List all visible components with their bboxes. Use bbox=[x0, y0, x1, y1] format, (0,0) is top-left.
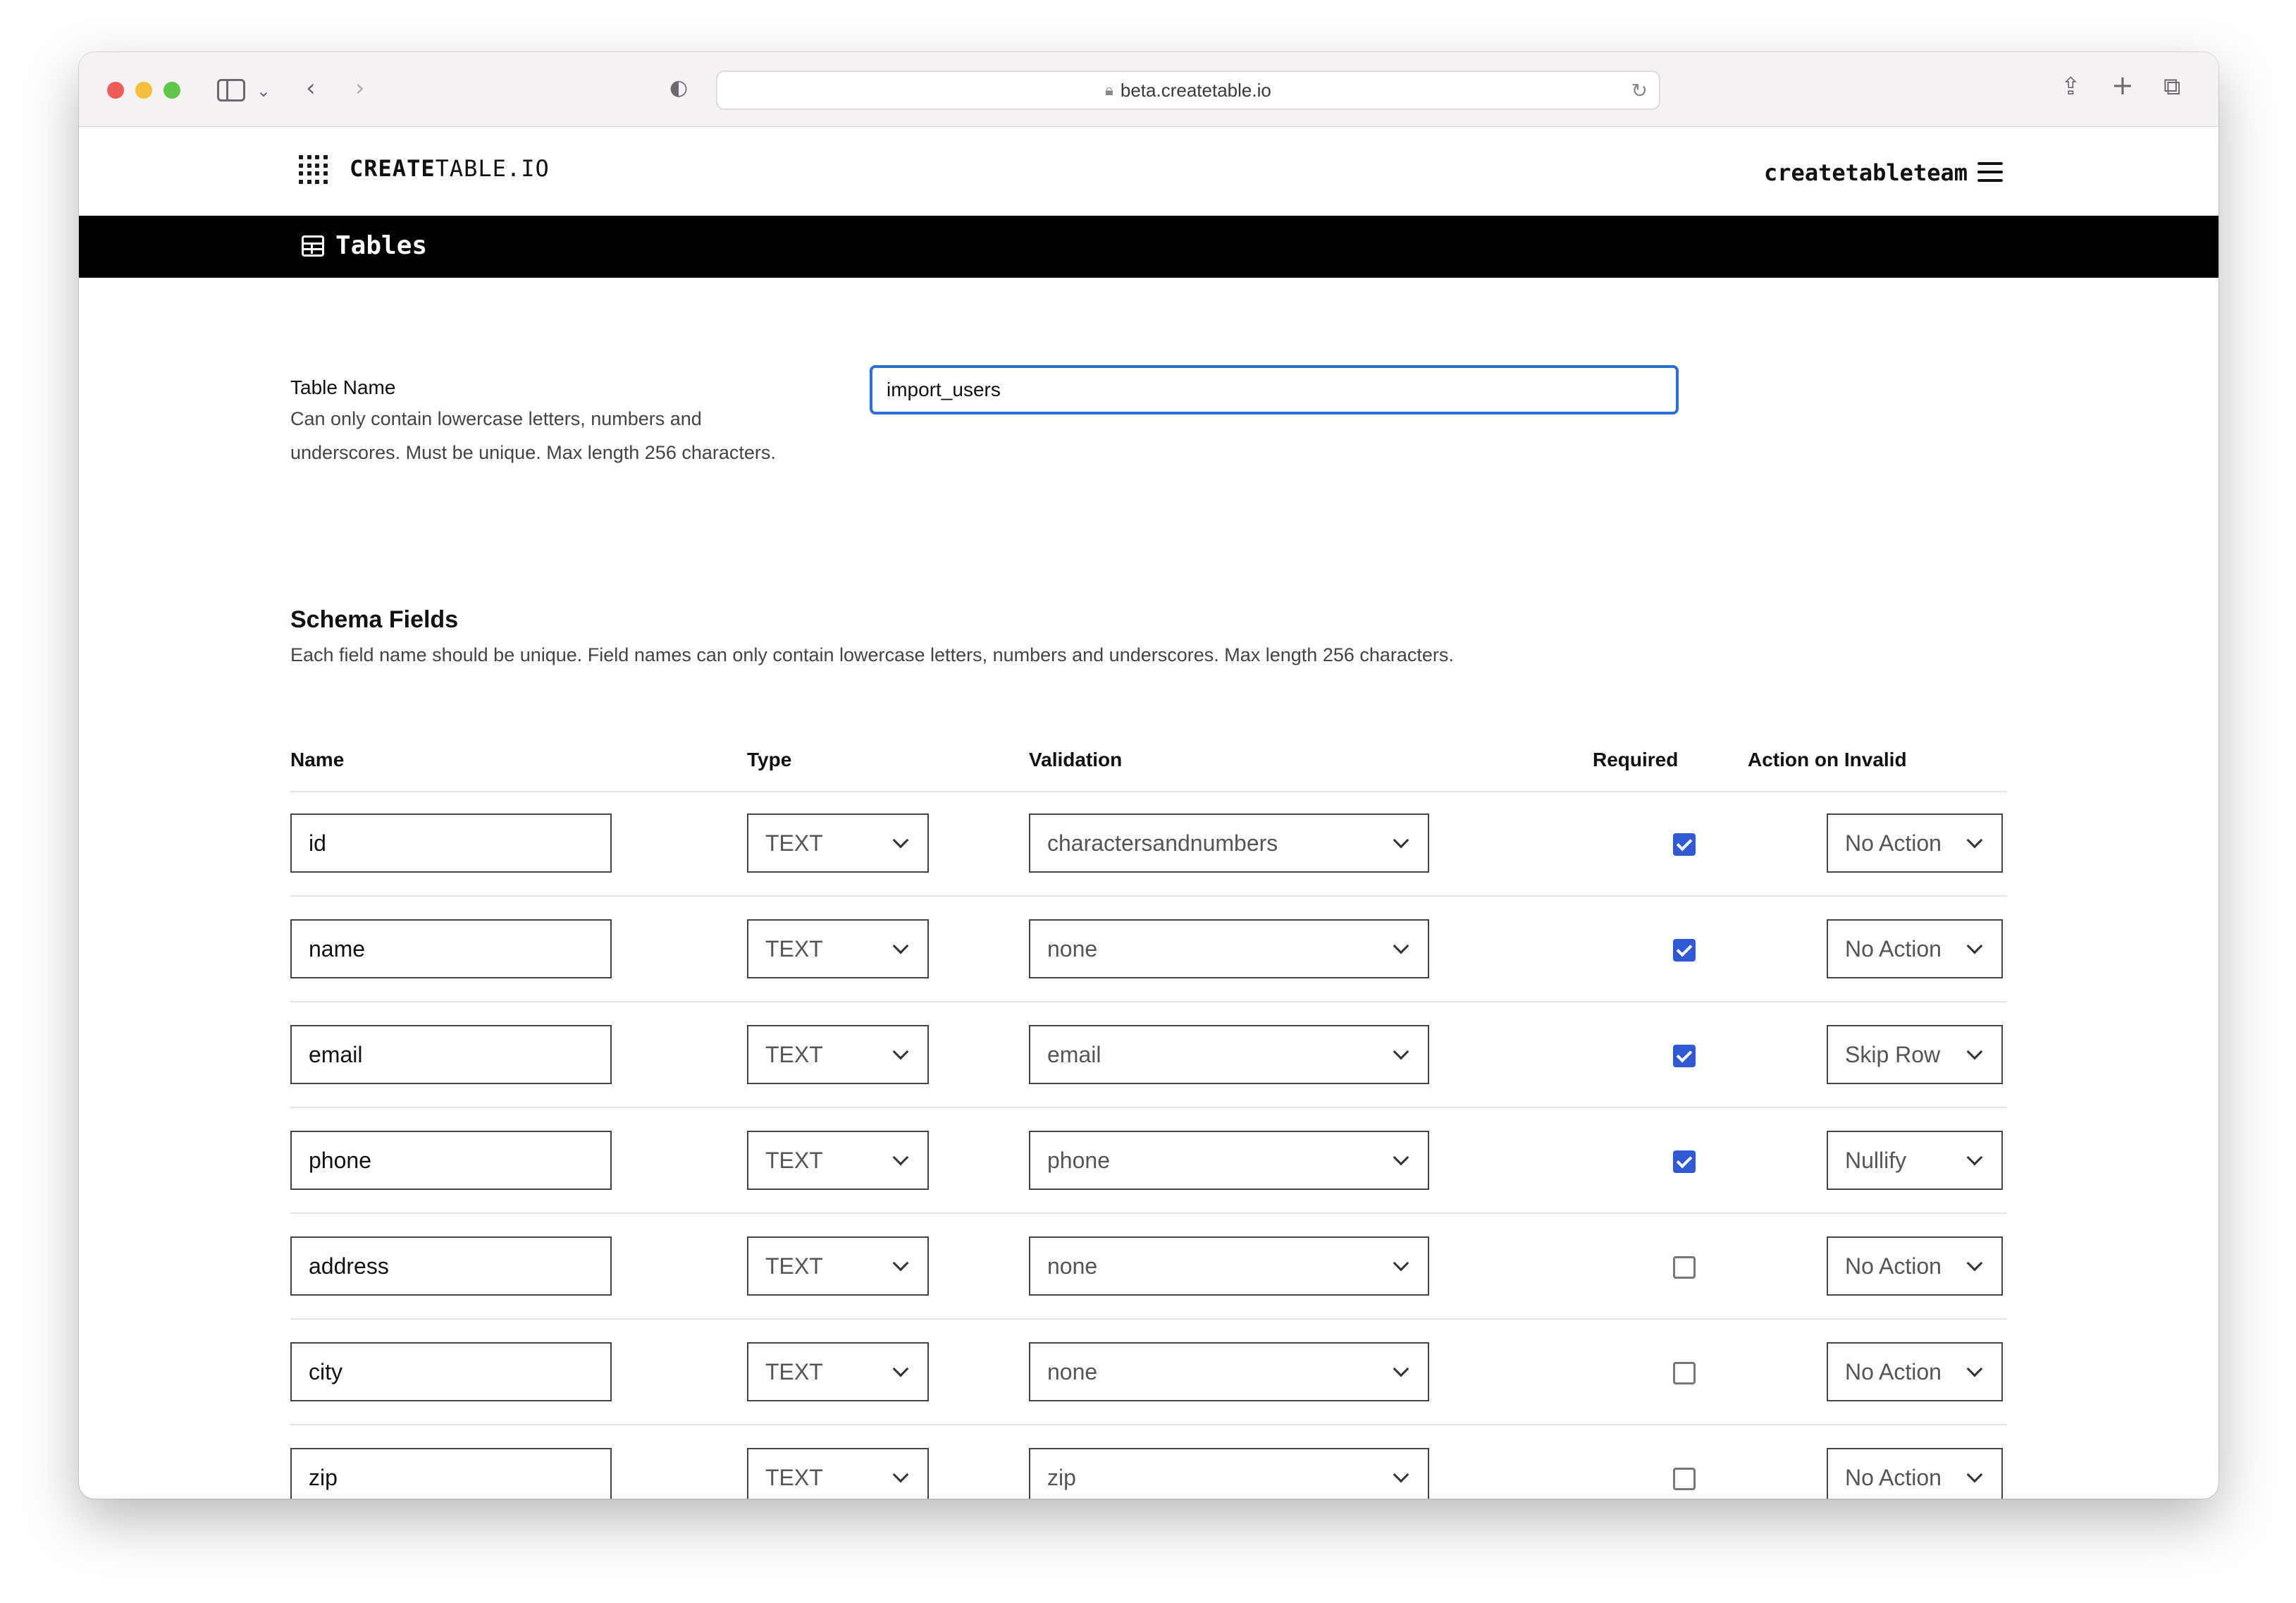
table-row: phone TEXT phone Nullify bbox=[290, 1108, 2007, 1214]
table-row: email TEXT email Skip Row bbox=[290, 1002, 2007, 1108]
new-tab-icon[interactable]: + bbox=[2111, 72, 2134, 99]
chevron-down-icon[interactable]: ⌄ bbox=[257, 79, 271, 103]
zoom-window-button[interactable] bbox=[163, 82, 180, 99]
required-checkbox[interactable] bbox=[1673, 939, 1696, 962]
chevron-down-icon bbox=[1966, 1255, 1983, 1272]
action-on-invalid-select[interactable]: No Action bbox=[1827, 813, 2003, 873]
chevron-down-icon bbox=[1393, 1043, 1409, 1060]
required-checkbox[interactable] bbox=[1673, 1468, 1696, 1490]
chevron-down-icon bbox=[892, 1466, 909, 1483]
schema-fields-title: Schema Fields bbox=[290, 606, 459, 633]
field-name-input[interactable]: email bbox=[290, 1025, 612, 1084]
action-on-invalid-select[interactable]: No Action bbox=[1827, 1342, 2003, 1401]
field-type-select[interactable]: TEXT bbox=[747, 1131, 929, 1190]
field-validation-select[interactable]: charactersandnumbers bbox=[1029, 813, 1429, 873]
table-row: address TEXT none No Action bbox=[290, 1214, 2007, 1320]
table-name-label: Table Name bbox=[290, 376, 396, 398]
field-name-input[interactable]: phone bbox=[290, 1131, 612, 1190]
field-type-select[interactable]: TEXT bbox=[747, 1236, 929, 1296]
required-checkbox[interactable] bbox=[1673, 1362, 1696, 1384]
table-icon bbox=[302, 235, 324, 257]
action-on-invalid-select[interactable]: Nullify bbox=[1827, 1131, 2003, 1190]
browser-window: ⌄ ‹ › ◐ 🔒︎ beta.createtable.io ↻ ⇪ + ⧉ C… bbox=[79, 52, 2218, 1499]
field-name-input[interactable]: zip bbox=[290, 1448, 612, 1499]
chevron-down-icon bbox=[1966, 1043, 1983, 1060]
field-validation-select[interactable]: phone bbox=[1029, 1131, 1429, 1190]
table-name-help: Can only contain lowercase letters, numb… bbox=[290, 408, 776, 463]
chevron-down-icon bbox=[1393, 1255, 1409, 1272]
tab-overview-icon[interactable]: ⧉ bbox=[2164, 75, 2180, 99]
chevron-down-icon bbox=[1393, 1466, 1409, 1483]
team-name[interactable]: createtableteam bbox=[1764, 159, 1968, 186]
chevron-down-icon bbox=[1966, 1149, 1983, 1166]
required-checkbox[interactable] bbox=[1673, 1256, 1696, 1279]
chevron-down-icon bbox=[892, 938, 909, 954]
chevron-down-icon bbox=[892, 1361, 909, 1377]
share-icon[interactable]: ⇪ bbox=[2061, 75, 2081, 99]
chevron-down-icon bbox=[1393, 1149, 1409, 1166]
reload-icon[interactable]: ↻ bbox=[1631, 79, 1648, 102]
column-header-required: Required bbox=[1593, 749, 1679, 770]
field-validation-select[interactable]: none bbox=[1029, 1342, 1429, 1401]
action-on-invalid-select[interactable]: No Action bbox=[1827, 919, 2003, 978]
table-row: id TEXT charactersandnumbers No Action bbox=[290, 791, 2007, 897]
required-checkbox[interactable] bbox=[1673, 1150, 1696, 1173]
field-validation-select[interactable]: none bbox=[1029, 1236, 1429, 1296]
table-row: city TEXT none No Action bbox=[290, 1320, 2007, 1425]
field-validation-select[interactable]: none bbox=[1029, 919, 1429, 978]
section-nav-bar: Tables bbox=[79, 216, 2218, 278]
nav-tables-link[interactable]: Tables bbox=[335, 231, 427, 260]
field-validation-select[interactable]: zip bbox=[1029, 1448, 1429, 1499]
field-type-select[interactable]: TEXT bbox=[747, 1342, 929, 1401]
close-window-button[interactable] bbox=[107, 82, 124, 99]
table-row: name TEXT none No Action bbox=[290, 897, 2007, 1002]
required-checkbox[interactable] bbox=[1673, 1045, 1696, 1067]
field-type-select[interactable]: TEXT bbox=[747, 1448, 929, 1499]
field-name-input[interactable]: id bbox=[290, 813, 612, 873]
action-on-invalid-select[interactable]: Skip Row bbox=[1827, 1025, 2003, 1084]
forward-icon[interactable]: › bbox=[355, 76, 365, 100]
action-on-invalid-select[interactable]: No Action bbox=[1827, 1448, 2003, 1499]
chevron-down-icon bbox=[892, 1255, 909, 1272]
column-header-type: Type bbox=[747, 749, 792, 770]
action-on-invalid-select[interactable]: No Action bbox=[1827, 1236, 2003, 1296]
back-icon[interactable]: ‹ bbox=[306, 76, 316, 100]
field-name-input[interactable]: name bbox=[290, 919, 612, 978]
field-type-select[interactable]: TEXT bbox=[747, 813, 929, 873]
chevron-down-icon bbox=[1393, 1361, 1409, 1377]
table-name-input[interactable] bbox=[870, 365, 1679, 414]
lock-icon: 🔒︎ bbox=[1105, 81, 1113, 99]
menu-icon[interactable] bbox=[1977, 162, 2003, 182]
chevron-down-icon bbox=[1393, 938, 1409, 954]
field-name-input[interactable]: address bbox=[290, 1236, 612, 1296]
chevron-down-icon bbox=[1966, 1361, 1983, 1377]
address-bar[interactable]: 🔒︎ beta.createtable.io ↻ bbox=[716, 70, 1660, 110]
sidebar-toggle-icon[interactable] bbox=[217, 79, 245, 102]
table-row: zip TEXT zip No Action bbox=[290, 1425, 2007, 1499]
chevron-down-icon bbox=[1966, 1466, 1983, 1483]
column-header-action: Action on Invalid bbox=[1748, 749, 1907, 770]
required-checkbox[interactable] bbox=[1673, 833, 1696, 856]
brand-logo[interactable]: CREATETABLE.IO bbox=[350, 155, 550, 182]
field-type-select[interactable]: TEXT bbox=[747, 919, 929, 978]
chevron-down-icon bbox=[892, 1043, 909, 1060]
chevron-down-icon bbox=[1966, 938, 1983, 954]
schema-fields-help: Each field name should be unique. Field … bbox=[290, 644, 1454, 665]
field-name-input[interactable]: city bbox=[290, 1342, 612, 1401]
field-type-select[interactable]: TEXT bbox=[747, 1025, 929, 1084]
logo-grid-icon[interactable] bbox=[299, 155, 328, 185]
shield-icon[interactable]: ◐ bbox=[669, 76, 688, 100]
chevron-down-icon bbox=[892, 1149, 909, 1166]
app-header: CREATETABLE.IO createtableteam bbox=[79, 127, 2218, 216]
chevron-down-icon bbox=[1966, 832, 1983, 849]
browser-chrome: ⌄ ‹ › ◐ 🔒︎ beta.createtable.io ↻ ⇪ + ⧉ bbox=[79, 52, 2218, 127]
url-text: beta.createtable.io bbox=[1120, 79, 1271, 101]
chevron-down-icon bbox=[892, 832, 909, 849]
field-validation-select[interactable]: email bbox=[1029, 1025, 1429, 1084]
column-header-validation: Validation bbox=[1029, 749, 1123, 770]
column-header-name: Name bbox=[290, 749, 345, 770]
minimize-window-button[interactable] bbox=[135, 82, 152, 99]
chevron-down-icon bbox=[1393, 832, 1409, 849]
